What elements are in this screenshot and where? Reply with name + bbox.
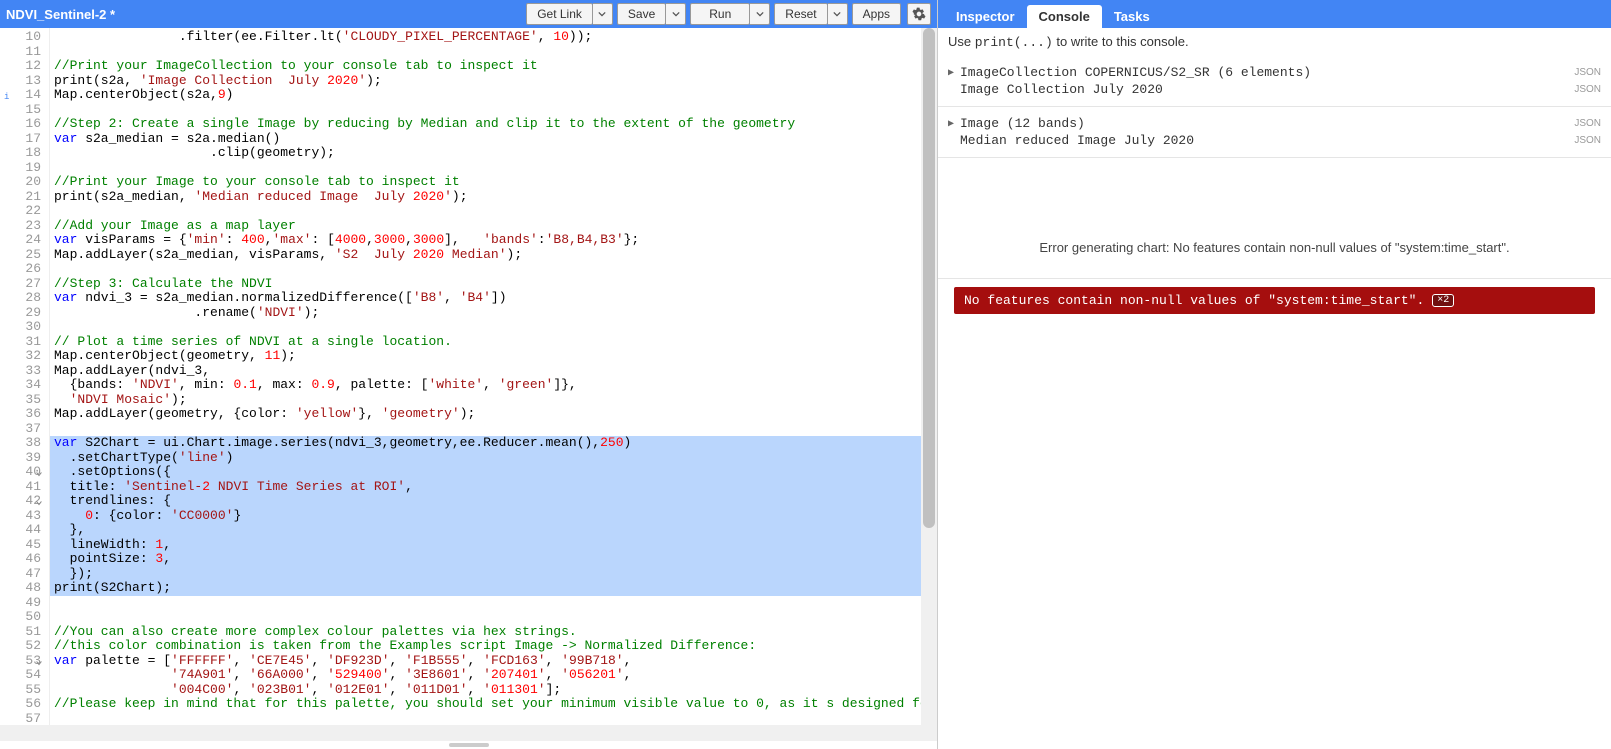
code-line[interactable]: print(s2a, 'Image Collection July 2020')… [50, 74, 921, 89]
code-line[interactable]: pointSize: 3, [50, 552, 921, 567]
editor-header: NDVI_Sentinel-2 * Get Link Save Run Rese… [0, 0, 937, 28]
code-line[interactable] [50, 610, 921, 625]
code-line[interactable]: var s2a_median = s2a.median() [50, 132, 921, 147]
code-line[interactable]: print(s2a_median, 'Median reduced Image … [50, 190, 921, 205]
code-area[interactable]: .filter(ee.Filter.lt('CLOUDY_PIXEL_PERCE… [50, 28, 921, 725]
code-line[interactable]: .setChartType('line') [50, 451, 921, 466]
error-text: No features contain non-null values of "… [964, 293, 1424, 308]
code-line[interactable]: Map.addLayer(geometry, {color: 'yellow'}… [50, 407, 921, 422]
code-line[interactable]: '74A901', '66A000', '529400', '3E8601', … [50, 668, 921, 683]
code-line[interactable]: //Step 2: Create a single Image by reduc… [50, 117, 921, 132]
code-line[interactable]: //Please keep in mind that for this pale… [50, 697, 921, 712]
error-count-badge: ×2 [1432, 294, 1454, 307]
reset-button[interactable]: Reset [774, 3, 827, 25]
gear-icon [912, 7, 926, 21]
code-line[interactable]: Map.centerObject(s2a,9) [50, 88, 921, 103]
editor-panel: NDVI_Sentinel-2 * Get Link Save Run Rese… [0, 0, 938, 749]
get-link-dropdown[interactable] [593, 3, 613, 25]
code-line[interactable]: '004C00', '023B01', '012E01', '011D01', … [50, 683, 921, 698]
code-line[interactable]: Map.centerObject(geometry, 11); [50, 349, 921, 364]
expand-arrow-icon[interactable]: ▶ [948, 118, 960, 130]
console-object-row[interactable]: ▶ Image (12 bands) JSON [948, 115, 1601, 132]
save-button[interactable]: Save [617, 3, 666, 25]
code-line[interactable]: .rename('NDVI'); [50, 306, 921, 321]
fold-arrow-icon[interactable] [35, 657, 43, 665]
console-object-row[interactable]: ▶ ImageCollection COPERNICUS/S2_SR (6 el… [948, 64, 1601, 81]
code-line[interactable] [50, 422, 921, 437]
code-line[interactable] [50, 320, 921, 335]
code-line[interactable]: //Step 3: Calculate the NDVI [50, 277, 921, 292]
fold-arrow-icon[interactable] [35, 497, 43, 505]
horizontal-scrollbar[interactable] [0, 725, 937, 741]
code-line[interactable] [50, 596, 921, 611]
error-banner: No features contain non-null values of "… [954, 287, 1595, 314]
tab-console[interactable]: Console [1027, 5, 1102, 28]
code-line[interactable]: //this color combination is taken from t… [50, 639, 921, 654]
scrollbar-thumb[interactable] [923, 28, 935, 528]
code-line[interactable]: .setOptions({ [50, 465, 921, 480]
settings-button[interactable] [907, 3, 931, 25]
code-line[interactable]: title: 'Sentinel-2 NDVI Time Series at R… [50, 480, 921, 495]
code-line[interactable]: //You can also create more complex colou… [50, 625, 921, 640]
get-link-button[interactable]: Get Link [526, 3, 593, 25]
json-button[interactable]: JSON [1574, 84, 1601, 95]
script-title: NDVI_Sentinel-2 * [6, 7, 115, 22]
code-line[interactable]: lineWidth: 1, [50, 538, 921, 553]
panel-tabs: Inspector Console Tasks [938, 0, 1611, 28]
run-dropdown[interactable] [750, 3, 770, 25]
code-line[interactable] [50, 45, 921, 60]
run-button[interactable]: Run [690, 3, 750, 25]
code-line[interactable]: }); [50, 567, 921, 582]
code-line[interactable]: //Add your Image as a map layer [50, 219, 921, 234]
code-line[interactable] [50, 262, 921, 277]
code-line[interactable]: print(S2Chart); [50, 581, 921, 596]
code-line[interactable]: //Print your Image to your console tab t… [50, 175, 921, 190]
console-text-row: Median reduced Image July 2020 JSON [948, 132, 1601, 149]
code-line[interactable]: var S2Chart = ui.Chart.image.series(ndvi… [50, 436, 921, 451]
code-line[interactable] [50, 204, 921, 219]
code-line[interactable]: // Plot a time series of NDVI at a singl… [50, 335, 921, 350]
code-line[interactable]: .clip(geometry); [50, 146, 921, 161]
code-line[interactable]: var visParams = {'min': 400,'max': [4000… [50, 233, 921, 248]
tab-tasks[interactable]: Tasks [1102, 5, 1162, 28]
code-line[interactable]: var palette = ['FFFFFF', 'CE7E45', 'DF92… [50, 654, 921, 669]
fold-arrow-icon[interactable] [35, 468, 43, 476]
json-button[interactable]: JSON [1574, 67, 1601, 78]
panel-resize-handle[interactable] [0, 741, 937, 749]
chart-error-message: Error generating chart: No features cont… [988, 238, 1561, 258]
apps-button[interactable]: Apps [852, 3, 901, 25]
console-text-row: Image Collection July 2020 JSON [948, 81, 1601, 98]
code-line[interactable] [50, 103, 921, 118]
code-line[interactable] [50, 712, 921, 726]
code-line[interactable]: {bands: 'NDVI', min: 0.1, max: 0.9, pale… [50, 378, 921, 393]
console-panel: Inspector Console Tasks Use print(...) t… [938, 0, 1611, 749]
code-line[interactable]: trendlines: { [50, 494, 921, 509]
json-button[interactable]: JSON [1574, 135, 1601, 146]
code-line[interactable] [50, 161, 921, 176]
code-line[interactable]: 'NDVI Mosaic'); [50, 393, 921, 408]
code-line[interactable]: }, [50, 523, 921, 538]
console-body: Use print(...) to write to this console.… [938, 28, 1611, 749]
reset-dropdown[interactable] [828, 3, 848, 25]
tab-inspector[interactable]: Inspector [944, 5, 1027, 28]
code-editor[interactable]: 1011121314i15161718192021222324252627282… [0, 28, 937, 725]
vertical-scrollbar[interactable] [921, 28, 937, 725]
expand-arrow-icon[interactable]: ▶ [948, 67, 960, 79]
save-dropdown[interactable] [666, 3, 686, 25]
code-line[interactable]: var ndvi_3 = s2a_median.normalizedDiffer… [50, 291, 921, 306]
console-hint: Use print(...) to write to this console. [948, 34, 1601, 50]
code-line[interactable]: //Print your ImageCollection to your con… [50, 59, 921, 74]
code-line[interactable]: Map.addLayer(ndvi_3, [50, 364, 921, 379]
code-line[interactable]: Map.addLayer(s2a_median, visParams, 'S2 … [50, 248, 921, 263]
code-line[interactable]: 0: {color: 'CC0000'} [50, 509, 921, 524]
code-line[interactable]: .filter(ee.Filter.lt('CLOUDY_PIXEL_PERCE… [50, 30, 921, 45]
json-button[interactable]: JSON [1574, 118, 1601, 129]
gutter: 1011121314i15161718192021222324252627282… [0, 28, 50, 725]
